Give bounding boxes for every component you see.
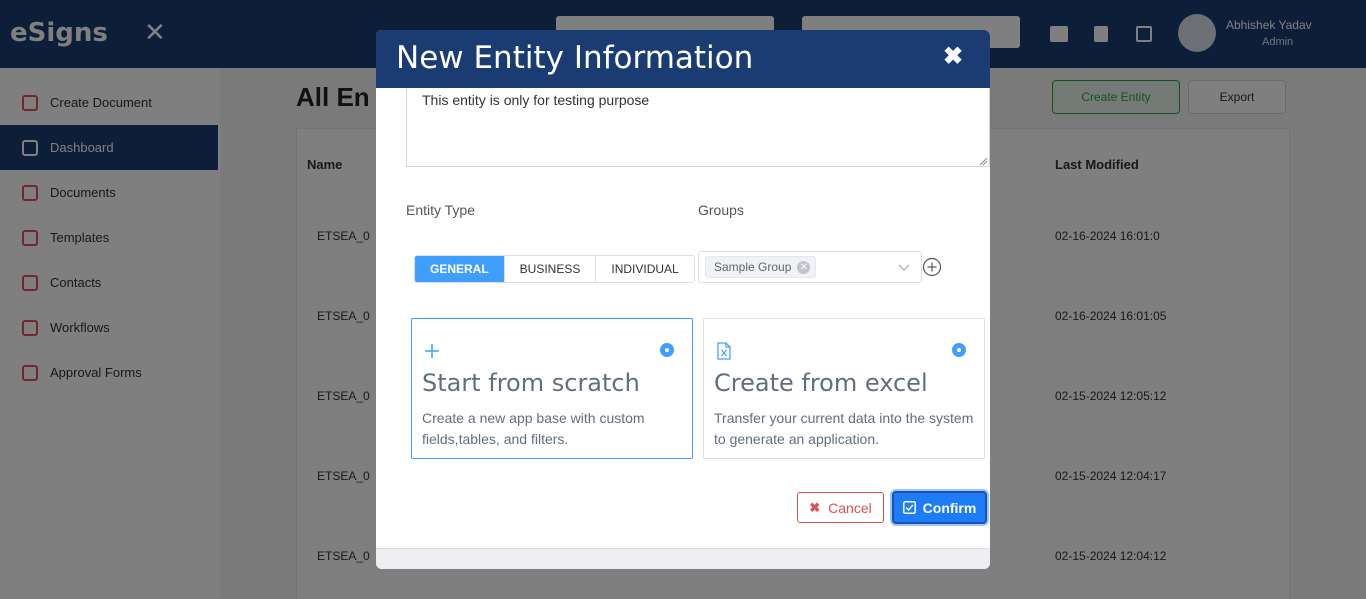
group-tag: Sample Group ✕ <box>705 256 817 278</box>
resize-handle-icon[interactable] <box>978 156 988 166</box>
option-radio[interactable] <box>952 343 966 357</box>
remove-tag-icon[interactable]: ✕ <box>797 261 811 274</box>
option-description: Create a new app base with custom fields… <box>422 410 645 447</box>
cancel-label: Cancel <box>828 499 872 516</box>
entity-type-individual[interactable]: INDIVIDUAL <box>596 256 694 282</box>
checkbox-check-icon <box>902 501 916 514</box>
entity-type-label: Entity Type <box>406 202 476 218</box>
dialog-footer <box>376 548 990 569</box>
option-description: Transfer your current data into the syst… <box>714 410 974 447</box>
option-start-from-scratch[interactable]: Start from scratch Create a new app base… <box>411 318 693 459</box>
new-entity-dialog: New Entity Information ✖ This entity is … <box>376 30 990 569</box>
confirm-label: Confirm <box>922 499 977 516</box>
dialog-header: New Entity Information ✖ <box>376 30 990 88</box>
groups-label: Groups <box>698 202 744 218</box>
plus-icon <box>425 344 439 358</box>
excel-file-icon <box>717 342 731 360</box>
groups-select[interactable]: Sample Group ✕ <box>698 251 922 283</box>
entity-type-general[interactable]: GENERAL <box>415 256 505 282</box>
option-title: Create from excel <box>714 369 928 397</box>
option-create-from-excel[interactable]: Create from excel Transfer your current … <box>703 318 985 459</box>
description-field[interactable]: This entity is only for testing purpose <box>406 88 990 167</box>
entity-type-business[interactable]: BUSINESS <box>504 256 597 282</box>
chevron-down-icon[interactable] <box>897 260 911 274</box>
entity-type-selector: GENERAL BUSINESS INDIVIDUAL <box>414 255 695 283</box>
cancel-button[interactable]: ✖ Cancel <box>797 492 884 523</box>
option-radio[interactable] <box>660 343 674 357</box>
close-icon[interactable]: ✖ <box>942 45 964 69</box>
add-group-icon[interactable] <box>922 257 942 277</box>
dialog-title: New Entity Information <box>396 40 754 76</box>
group-tag-label: Sample Group <box>714 260 792 274</box>
option-title: Start from scratch <box>422 369 640 397</box>
confirm-button[interactable]: Confirm <box>892 491 987 524</box>
close-icon: ✖ <box>809 499 821 515</box>
